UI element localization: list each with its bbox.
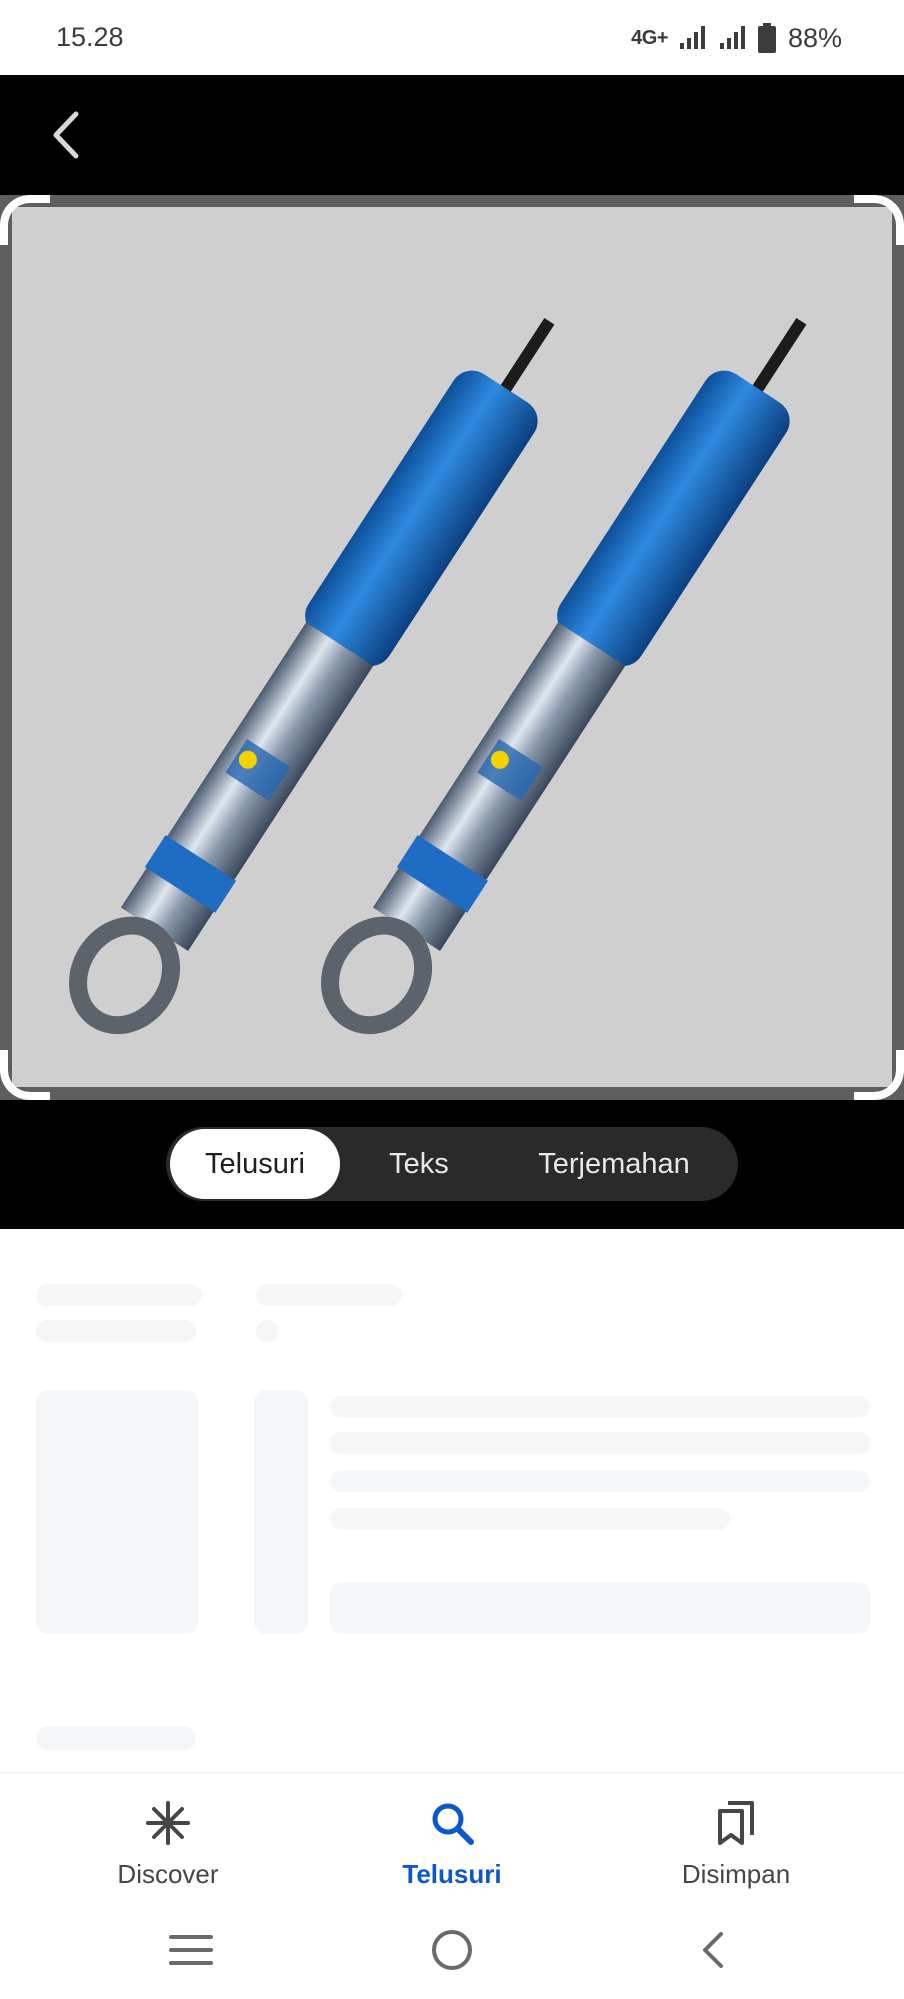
bookmarks-icon [708, 1795, 764, 1851]
skeleton-thumbnail [36, 1390, 198, 1634]
nav-disimpan[interactable]: Disimpan [636, 1773, 836, 1903]
crop-handle-bottom-right[interactable] [854, 1050, 904, 1100]
skeleton-line [330, 1396, 870, 1418]
skeleton-line [330, 1470, 870, 1492]
skeleton-line [256, 1284, 402, 1306]
nav-label-telusuri: Telusuri [402, 1859, 502, 1889]
home-icon [432, 1930, 472, 1970]
recents-icon [169, 1935, 213, 1965]
tab-telusuri[interactable]: Telusuri [170, 1129, 340, 1199]
skeleton-block [330, 1582, 870, 1634]
skeleton-line [330, 1432, 870, 1454]
chevron-left-icon [53, 111, 79, 159]
nav-telusuri[interactable]: Telusuri [352, 1773, 552, 1903]
skeleton-line [330, 1508, 730, 1530]
back-button[interactable] [40, 105, 90, 165]
lens-mode-tabs: Telusuri Teks Terjemahan [166, 1127, 738, 1201]
signal-icon [679, 26, 705, 49]
home-button[interactable] [420, 1918, 484, 1982]
bottom-navigation: Discover Telusuri Disimpan [0, 1772, 904, 1902]
tab-teks[interactable]: Teks [340, 1129, 498, 1199]
status-indicators: 4G+ 88% [631, 20, 842, 56]
search-image[interactable] [12, 207, 892, 1087]
back-icon [703, 1932, 723, 1968]
image-frame [0, 195, 904, 1100]
shock-absorber-image [69, 317, 807, 1035]
status-time: 15.28 [56, 22, 124, 52]
battery-icon [757, 23, 776, 53]
skeleton-thumbnail [254, 1390, 308, 1634]
battery-percent: 88% [787, 22, 842, 53]
signal-icon [719, 26, 745, 49]
system-navigation-bar [0, 1902, 904, 1999]
recents-button[interactable] [159, 1918, 223, 1982]
network-type: 4G+ [631, 26, 668, 49]
crop-handle-top-left[interactable] [0, 195, 50, 245]
nav-label-disimpan: Disimpan [681, 1859, 791, 1889]
skeleton-line [36, 1726, 196, 1750]
search-icon [424, 1795, 480, 1851]
asterisk-icon [140, 1795, 196, 1851]
tab-terjemahan[interactable]: Terjemahan [498, 1129, 730, 1199]
status-bar: 15.28 4G+ 88% [0, 0, 904, 75]
lens-viewer: Telusuri Teks Terjemahan [0, 75, 904, 1229]
skeleton-line [36, 1320, 196, 1342]
system-back-button[interactable] [680, 1918, 744, 1982]
nav-discover[interactable]: Discover [68, 1773, 268, 1903]
skeleton-line [256, 1320, 278, 1342]
nav-label-discover: Discover [117, 1859, 219, 1889]
crop-handle-top-right[interactable] [854, 195, 904, 245]
crop-handle-bottom-left[interactable] [0, 1050, 50, 1100]
skeleton-line [36, 1284, 202, 1306]
